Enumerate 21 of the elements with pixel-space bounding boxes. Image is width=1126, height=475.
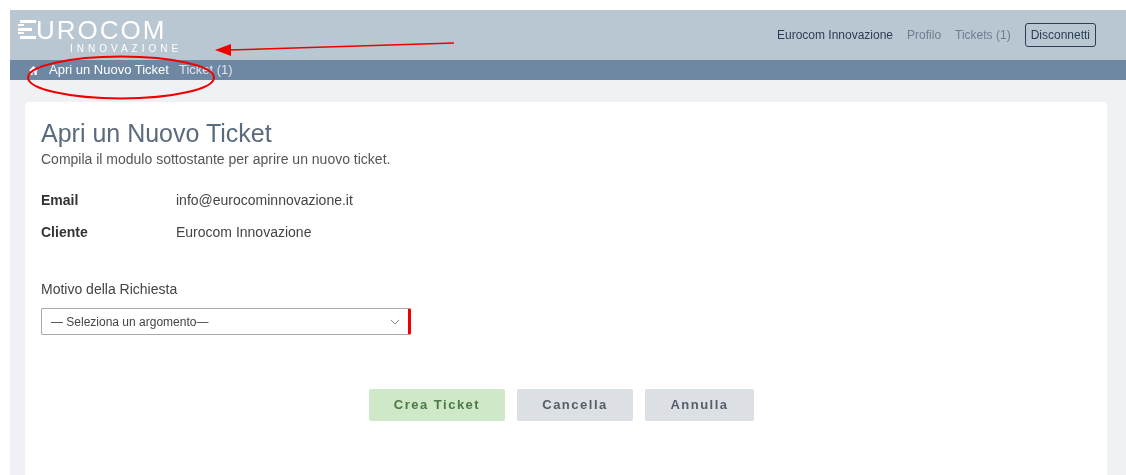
field-value: info@eurocominnovazione.it	[176, 191, 353, 210]
logout-button[interactable]: Disconnetti	[1024, 23, 1096, 47]
nav-link[interactable]: Eurocom Innovazione	[776, 26, 894, 44]
field-value: Eurocom Innovazione	[176, 223, 312, 242]
form-button[interactable]: Annulla	[645, 389, 754, 421]
home-icon[interactable]	[28, 64, 39, 76]
page-subtitle: Compila il modulo sottostante per aprire un nuovo ticket.	[41, 150, 392, 169]
chevron-icon	[390, 318, 400, 325]
logo-icon	[18, 18, 36, 41]
nav-link[interactable]: Tickets (1)	[955, 26, 1011, 44]
logo-tagline: INNOVAZIONE	[70, 42, 183, 54]
logo-text: UROCOM	[36, 16, 167, 43]
form-button[interactable]: Cancella	[517, 389, 633, 421]
field-label: Email	[41, 191, 80, 210]
page-title: Apri un Nuovo Ticket	[41, 118, 273, 148]
reason-label: Motivo della Richiesta	[41, 280, 179, 299]
field-label: Cliente	[41, 223, 89, 242]
topic-select[interactable]: — Seleziona un argomento—	[41, 308, 411, 335]
form-button[interactable]: Crea Ticket	[369, 389, 505, 421]
nav-link[interactable]: Profilo	[907, 26, 942, 44]
breadcrumb-link[interactable]: Apri un Nuovo Ticket	[49, 60, 169, 80]
